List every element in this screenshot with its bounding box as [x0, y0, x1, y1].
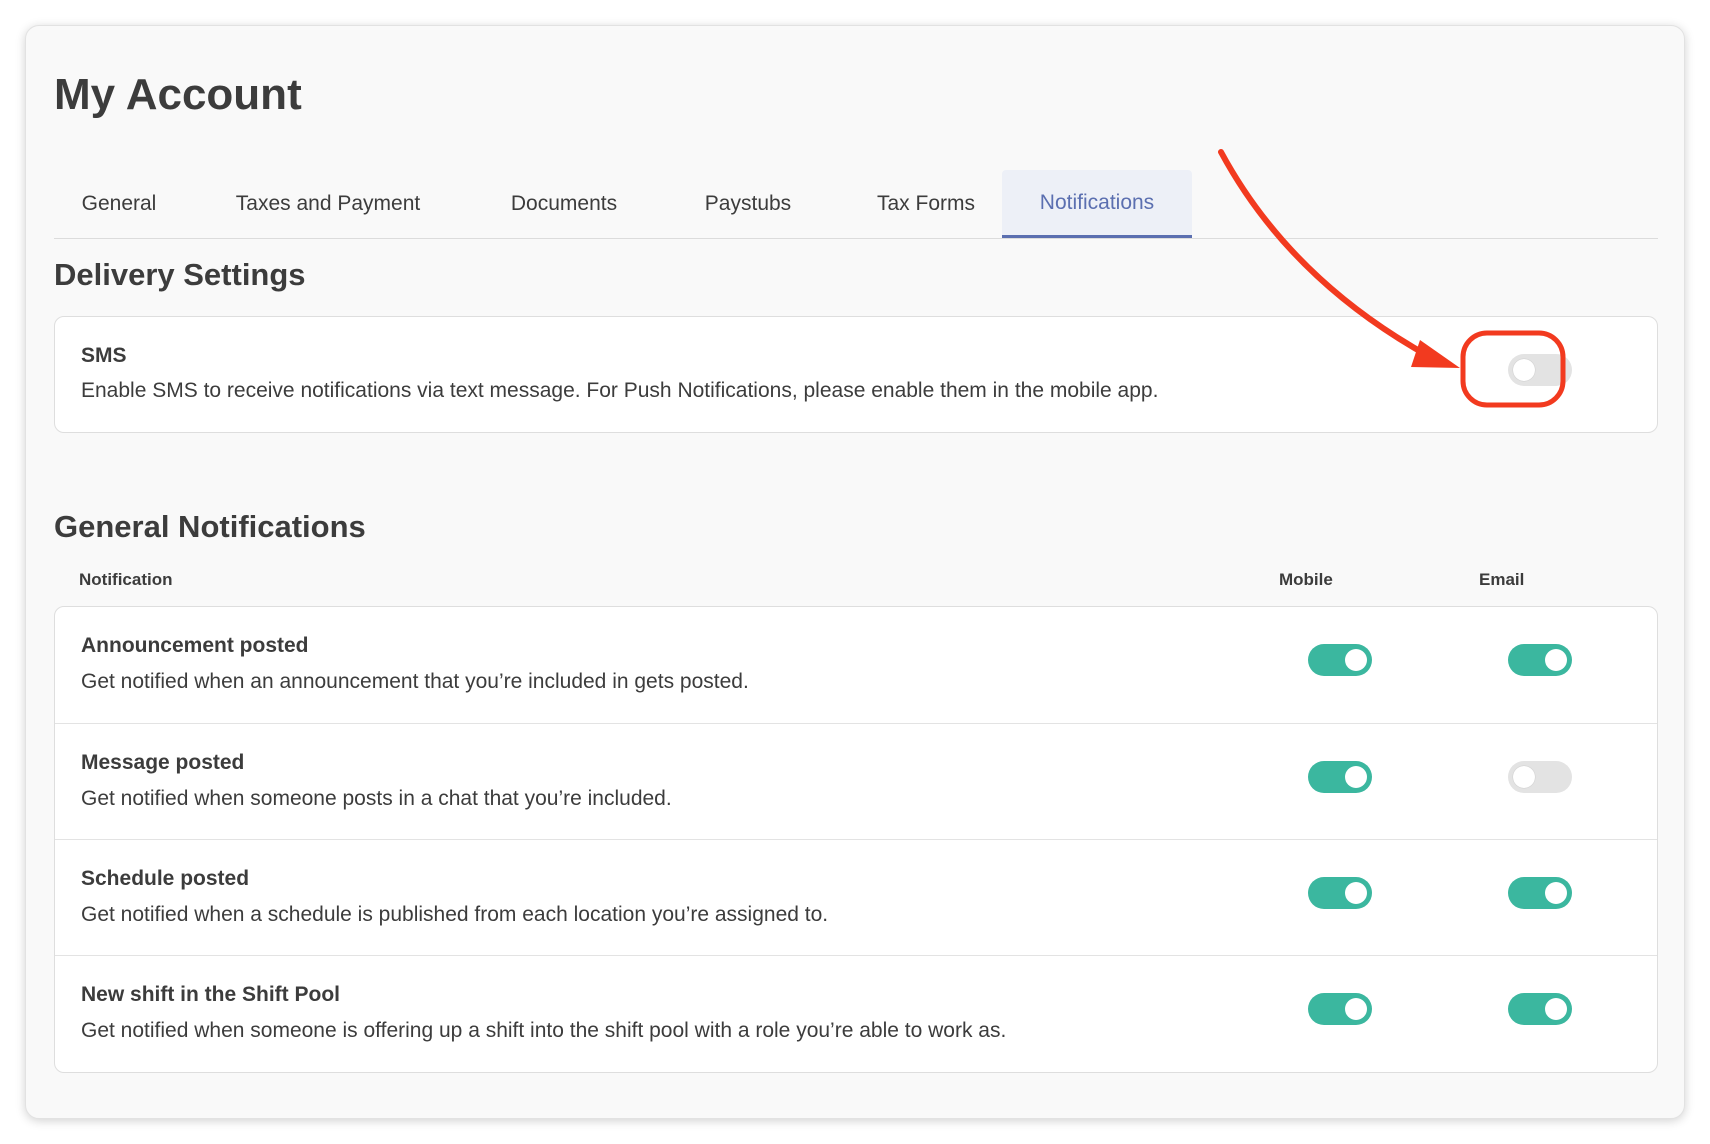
column-header-mobile: Mobile [1279, 570, 1333, 589]
tab-documents[interactable]: Documents [474, 170, 654, 238]
account-card: My Account General Taxes and Payment Doc… [25, 25, 1685, 1119]
toggle-knob [1345, 766, 1367, 788]
tab-tax-forms[interactable]: Tax Forms [844, 170, 1008, 238]
toggle-knob [1545, 649, 1567, 671]
tab-notifications[interactable]: Notifications [1002, 170, 1192, 238]
email-toggle-message[interactable] [1508, 761, 1572, 793]
notifications-table: Announcement posted Get notified when an… [54, 606, 1658, 1073]
tab-general[interactable]: General [54, 170, 184, 238]
toggle-knob [1345, 998, 1367, 1020]
notification-row-shift-pool: New shift in the Shift Pool Get notified… [55, 955, 1657, 1071]
mobile-toggle-announcement[interactable] [1308, 644, 1372, 676]
toggle-knob [1545, 998, 1567, 1020]
notification-title: New shift in the Shift Pool [81, 983, 340, 1006]
email-toggle-shift-pool[interactable] [1508, 993, 1572, 1025]
notification-description: Get notified when someone posts in a cha… [81, 787, 672, 810]
sms-label: SMS [81, 344, 127, 367]
general-notifications-title: General Notifications [54, 509, 366, 544]
sms-setting-row: SMS Enable SMS to receive notifications … [54, 316, 1658, 433]
notification-title: Message posted [81, 751, 245, 774]
notification-description: Get notified when a schedule is publishe… [81, 903, 829, 926]
mobile-toggle-shift-pool[interactable] [1308, 993, 1372, 1025]
notification-row-announcement: Announcement posted Get notified when an… [55, 607, 1657, 723]
toggle-knob [1513, 766, 1535, 788]
notification-title: Schedule posted [81, 867, 250, 890]
email-toggle-schedule[interactable] [1508, 877, 1572, 909]
delivery-settings-title: Delivery Settings [54, 257, 306, 292]
column-header-notification: Notification [79, 570, 173, 589]
mobile-toggle-schedule[interactable] [1308, 877, 1372, 909]
toggle-knob [1345, 882, 1367, 904]
notification-row-schedule: Schedule posted Get notified when a sche… [55, 839, 1657, 955]
email-toggle-announcement[interactable] [1508, 644, 1572, 676]
tab-taxes-and-payment[interactable]: Taxes and Payment [202, 170, 454, 238]
notification-description: Get notified when an announcement that y… [81, 670, 749, 693]
toggle-knob [1345, 649, 1367, 671]
column-header-email: Email [1479, 570, 1525, 589]
notification-row-message: Message posted Get notified when someone… [55, 723, 1657, 839]
notification-title: Announcement posted [81, 634, 309, 657]
toggle-knob [1513, 359, 1535, 381]
mobile-toggle-message[interactable] [1308, 761, 1372, 793]
sms-description: Enable SMS to receive notifications via … [81, 379, 1159, 402]
sms-toggle[interactable] [1508, 354, 1572, 386]
tab-bar: General Taxes and Payment Documents Pays… [54, 144, 1658, 239]
toggle-knob [1545, 882, 1567, 904]
page-title: My Account [54, 70, 302, 119]
tab-paystubs[interactable]: Paystubs [672, 170, 824, 238]
notification-description: Get notified when someone is offering up… [81, 1019, 1007, 1042]
